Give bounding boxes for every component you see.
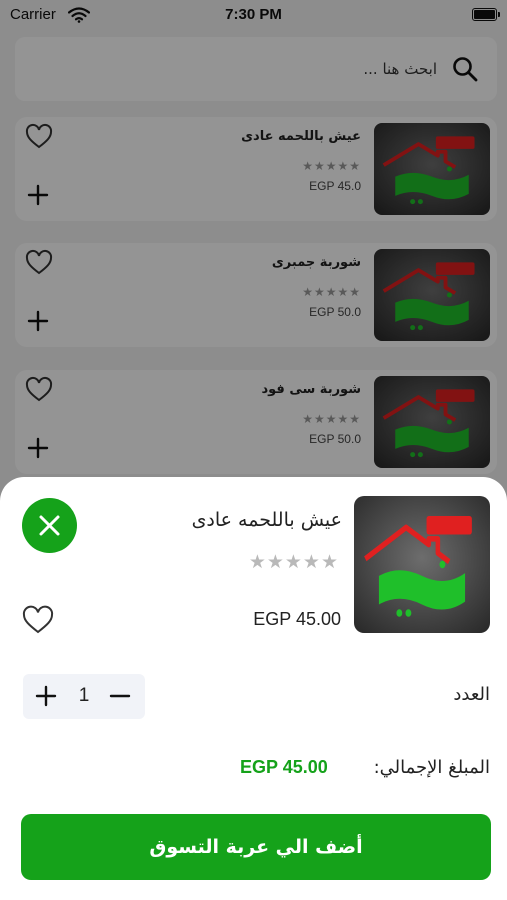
plus-icon[interactable]	[33, 683, 59, 709]
add-to-cart-button[interactable]: أضف الي عربة التسوق	[21, 814, 491, 880]
total-value: EGP 45.00	[240, 757, 328, 777]
product-detail-sheet: عيش باللحمه عادى ★★★★★ EGP 45.00 1 العدد…	[0, 477, 507, 900]
heart-icon[interactable]	[22, 605, 54, 635]
detail-product-price: EGP 45.00	[253, 609, 341, 629]
detail-rating-stars[interactable]: ★★★★★	[249, 551, 339, 573]
app-screen: Carrier 7:30 PM عيش باللحمه عادى ★★★★★ E…	[0, 0, 507, 900]
product-image	[354, 496, 490, 633]
total-label: المبلغ الإجمالي:	[373, 757, 490, 778]
close-icon	[39, 515, 60, 536]
quantity-stepper: 1	[23, 674, 145, 719]
detail-product-name: عيش باللحمه عادى	[191, 509, 342, 531]
minus-icon[interactable]	[107, 683, 133, 709]
close-button[interactable]	[22, 498, 77, 553]
quantity-label: العدد	[453, 684, 490, 705]
quantity-value: 1	[78, 685, 90, 706]
